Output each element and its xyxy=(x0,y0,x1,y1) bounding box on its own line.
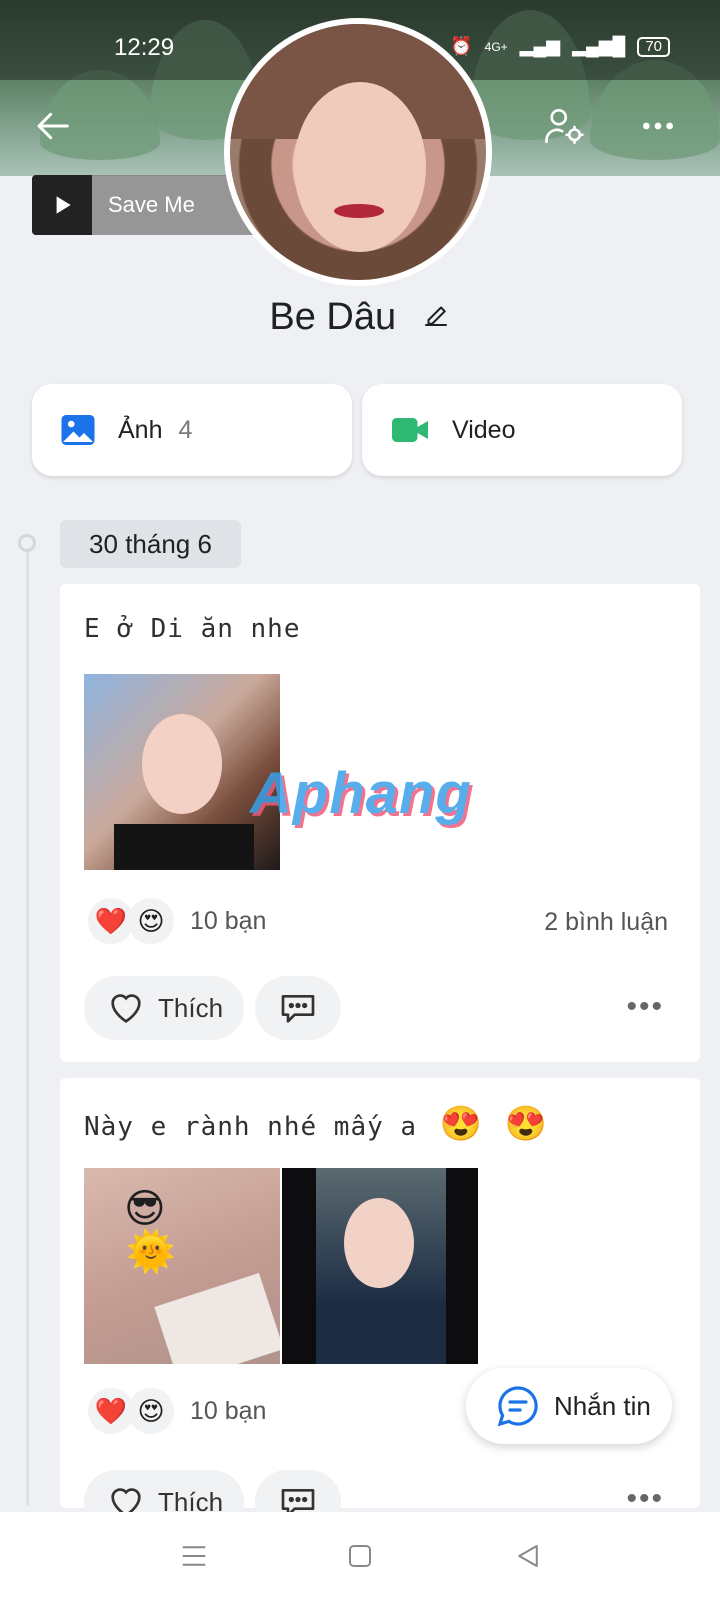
triangle-back-icon xyxy=(518,1545,538,1567)
post-photo[interactable]: 😎 🌞 xyxy=(84,1168,280,1364)
image-icon xyxy=(61,415,95,445)
photos-card[interactable]: Ảnh 4 xyxy=(32,384,352,476)
pencil-icon xyxy=(424,306,447,327)
reactions-summary[interactable]: ❤️ 😍 10 bạn xyxy=(88,896,266,946)
photos-label: Ảnh xyxy=(118,415,163,444)
chat-bubble-icon xyxy=(497,1386,538,1427)
like-label: Thích xyxy=(158,992,224,1023)
profile-name: Be Dâu xyxy=(269,296,397,338)
like-button[interactable]: Thích xyxy=(84,976,244,1040)
profile-avatar[interactable] xyxy=(224,18,492,286)
square-icon xyxy=(349,1545,371,1567)
reactions-count: 10 bạn xyxy=(190,1396,267,1425)
comment-button[interactable] xyxy=(255,976,341,1040)
heart-eyes-reaction-icon: 😍 xyxy=(128,1388,174,1434)
more-horizontal-icon xyxy=(643,122,673,130)
post-more-button[interactable]: ••• xyxy=(626,990,664,1024)
profile-settings-button[interactable] xyxy=(538,100,590,152)
timeline-date: 30 tháng 6 xyxy=(60,520,241,568)
comments-count[interactable]: 2 bình luận xyxy=(544,908,668,937)
watermark-logo: Aphang xyxy=(250,761,472,826)
music-title: Save Me xyxy=(108,192,195,217)
timeline-line xyxy=(26,546,29,1506)
user-settings-icon xyxy=(545,108,584,144)
edit-name-button[interactable] xyxy=(421,297,451,340)
videos-label: Video xyxy=(452,415,516,444)
system-nav-bar xyxy=(0,1512,720,1600)
video-camera-icon xyxy=(392,418,428,442)
signal-icon-2: ▂▄▆█ xyxy=(572,36,626,56)
post-photo[interactable] xyxy=(282,1168,478,1364)
post-emojis: 😍 😍 xyxy=(439,1104,548,1144)
videos-card[interactable]: Video xyxy=(362,384,682,476)
more-options-button[interactable] xyxy=(632,100,684,152)
play-icon xyxy=(56,196,71,214)
post-text-row: Này e rành nhé mấy a 😍 😍 xyxy=(84,1104,548,1144)
signal-icon: ▂▄▆ xyxy=(519,36,561,56)
reactions-summary[interactable]: ❤️ 😍 10 bạn xyxy=(88,1386,266,1436)
home-button[interactable] xyxy=(338,1534,382,1578)
post-text: E ở Di ăn nhe xyxy=(84,614,301,644)
back-nav-button[interactable] xyxy=(506,1534,550,1578)
post-more-button[interactable]: ••• xyxy=(626,1482,664,1516)
timeline-dot xyxy=(18,534,36,552)
back-arrow-icon xyxy=(37,112,69,140)
heart-outline-icon xyxy=(111,994,141,1023)
heart-eyes-reaction-icon: 😍 xyxy=(128,898,174,944)
photos-count: 4 xyxy=(178,415,193,444)
menu-lines-icon xyxy=(182,1546,206,1566)
status-time: 12:29 xyxy=(114,34,175,61)
reactions-count: 10 bạn xyxy=(190,906,267,935)
network-type: 4G+ xyxy=(484,39,508,54)
recent-apps-button[interactable] xyxy=(172,1534,216,1578)
post-text: Này e rành nhé mấy a xyxy=(84,1112,418,1142)
comment-icon xyxy=(281,995,315,1023)
battery-indicator: 70 xyxy=(637,36,670,57)
send-message-button[interactable]: Nhắn tin xyxy=(466,1368,672,1444)
back-button[interactable] xyxy=(28,100,80,152)
music-album-art xyxy=(32,175,92,235)
send-message-label: Nhắn tin xyxy=(554,1390,651,1421)
profile-name-row: Be Dâu xyxy=(0,296,720,340)
